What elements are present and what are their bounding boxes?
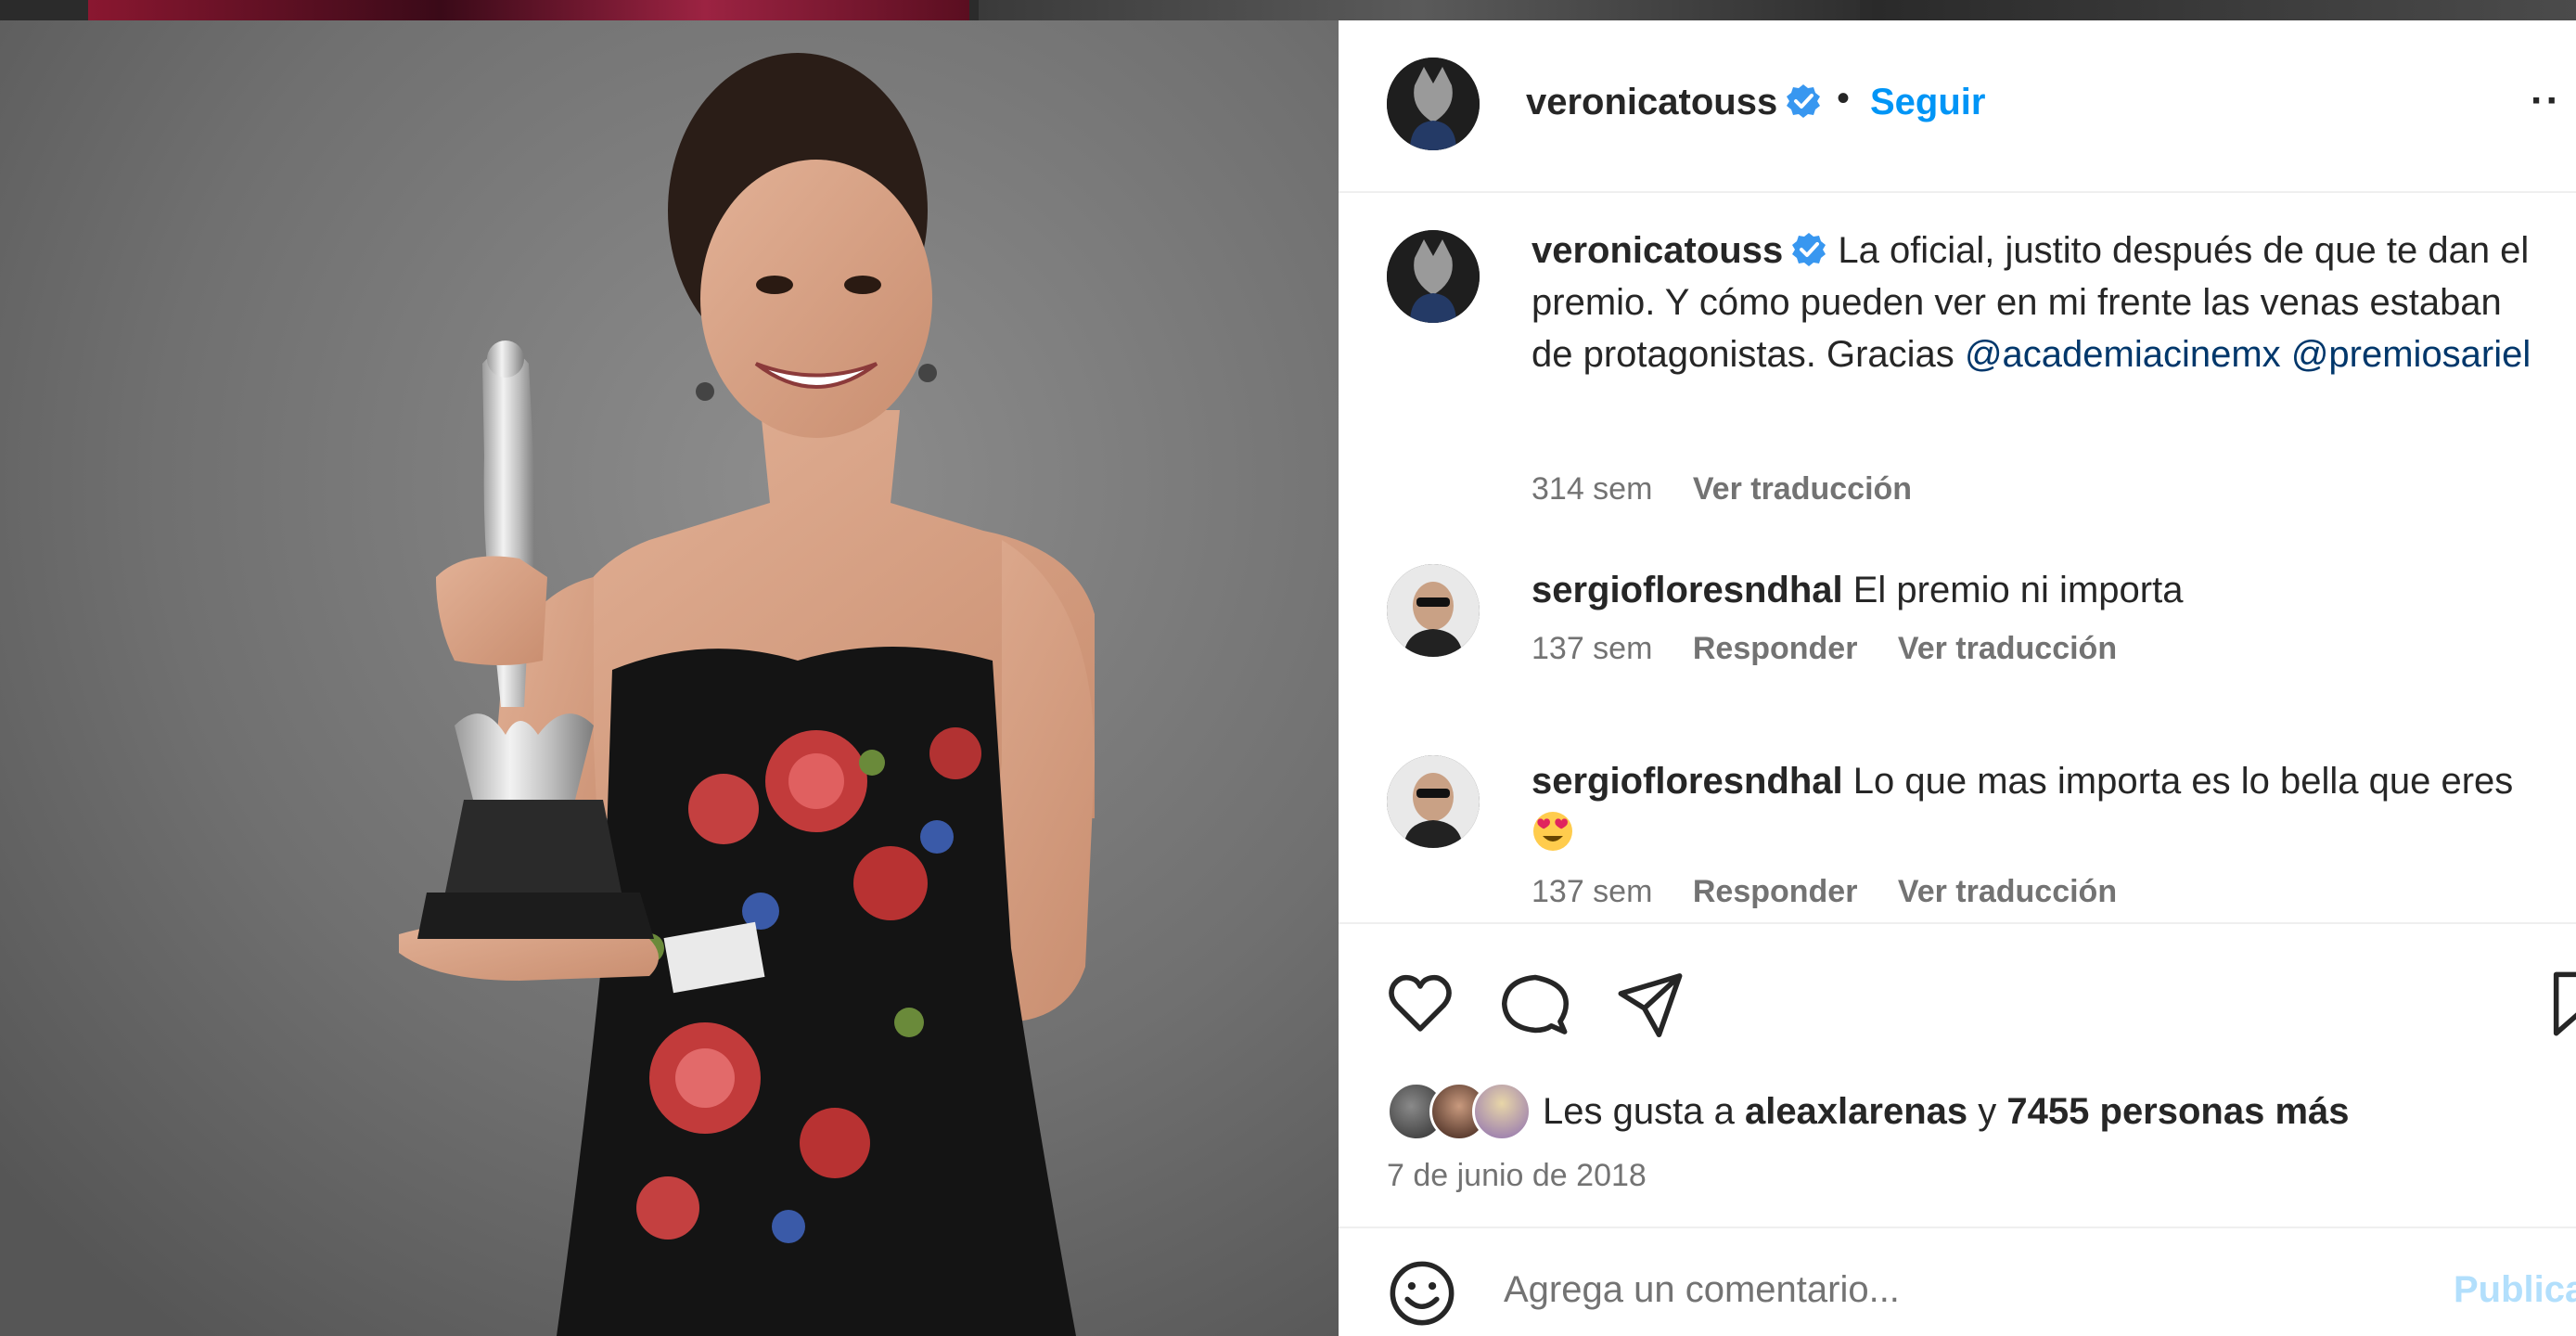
likes-text: Les gusta a aleaxlarenas y 7455 personas… — [1543, 1091, 2350, 1133]
post-side-panel: veronicatouss • Seguir ·· veronicatouss … — [1339, 20, 2576, 1336]
comment-meta: 137 sem Responder Ver traducción — [1532, 874, 2148, 910]
comments-list[interactable]: veronicatouss La oficial, justito despué… — [1339, 193, 2576, 920]
background-thumbnail[interactable] — [1872, 0, 2576, 20]
instagram-post-modal: veronicatouss • Seguir ·· veronicatouss … — [0, 0, 2576, 1336]
background-thumbnail[interactable] — [88, 0, 969, 20]
caption-time[interactable]: 314 sem — [1532, 471, 1652, 507]
commenter-avatar[interactable] — [1387, 755, 1480, 848]
commenter-avatar[interactable] — [1387, 564, 1480, 657]
comment-time[interactable]: 137 sem — [1532, 874, 1652, 909]
post-photo-illustration — [0, 20, 1339, 1336]
author-avatar[interactable] — [1387, 58, 1480, 150]
mention-link[interactable]: @academiacinemx — [1965, 334, 2281, 375]
author-username[interactable]: veronicatouss — [1526, 82, 1822, 123]
caption-text: veronicatouss La oficial, justito despué… — [1532, 225, 2543, 380]
comment-composer: Agrega un comentario... Publicar — [1339, 1228, 2576, 1336]
post-photo[interactable] — [0, 20, 1339, 1336]
bookmark-icon[interactable] — [2544, 969, 2576, 1039]
post-actions: Les gusta a aleaxlarenas y 7455 personas… — [1339, 922, 2576, 1228]
separator-dot: • — [1837, 78, 1851, 119]
comment-body: Lo que mas importa es lo bella que eres — [1852, 761, 2514, 802]
emoji-icon[interactable] — [1387, 1258, 1457, 1329]
comment-icon[interactable] — [1500, 969, 1570, 1039]
more-options-icon[interactable]: ·· — [2531, 78, 2561, 124]
follow-button[interactable]: Seguir — [1870, 82, 1985, 123]
likes-prefix: Les gusta a — [1543, 1091, 1735, 1132]
caption-username[interactable]: veronicatouss — [1532, 230, 1783, 271]
translate-button[interactable]: Ver traducción — [1898, 631, 2117, 666]
background-feed-strip — [0, 0, 2576, 20]
caption-meta: 314 sem Ver traducción — [1532, 471, 1943, 507]
verified-badge-icon — [1790, 230, 1827, 267]
comment-meta: 137 sem Responder Ver traducción — [1532, 631, 2148, 667]
comment-input[interactable]: Agrega un comentario... — [1504, 1269, 1900, 1311]
likes-connector: y — [1978, 1091, 1997, 1132]
liker-avatar[interactable] — [1472, 1082, 1532, 1141]
heart-icon[interactable] — [1385, 969, 1455, 1039]
background-thumbnail[interactable] — [979, 0, 1860, 20]
reply-button[interactable]: Responder — [1693, 874, 1858, 909]
liker-avatars — [1387, 1082, 1535, 1141]
publish-button[interactable]: Publicar — [2454, 1269, 2576, 1311]
share-icon[interactable] — [1615, 969, 1685, 1039]
reply-button[interactable]: Responder — [1693, 631, 1858, 666]
comment-username[interactable]: sergiofloresndhal — [1532, 761, 1843, 802]
post-date[interactable]: 7 de junio de 2018 — [1387, 1158, 1647, 1194]
comment-time[interactable]: 137 sem — [1532, 631, 1652, 666]
post-header: veronicatouss • Seguir ·· — [1339, 20, 2576, 193]
comment-text: sergiofloresndhal Lo que mas importa es … — [1532, 755, 2543, 859]
liker-username[interactable]: aleaxlarenas — [1745, 1091, 1967, 1132]
translate-button[interactable]: Ver traducción — [1898, 874, 2117, 909]
comment-text: sergiofloresndhal El premio ni importa — [1532, 564, 2543, 616]
likes-count[interactable]: 7455 personas más — [2006, 1091, 2349, 1132]
verified-badge-icon — [1785, 83, 1822, 120]
translate-button[interactable]: Ver traducción — [1693, 471, 1912, 507]
comment-body: El premio ni importa — [1852, 570, 2184, 610]
mention-link[interactable]: @premiosariel — [2291, 334, 2531, 375]
comment-username[interactable]: sergiofloresndhal — [1532, 570, 1843, 610]
heart-eyes-emoji-icon — [1532, 810, 1574, 853]
caption-author-avatar[interactable] — [1387, 230, 1480, 323]
